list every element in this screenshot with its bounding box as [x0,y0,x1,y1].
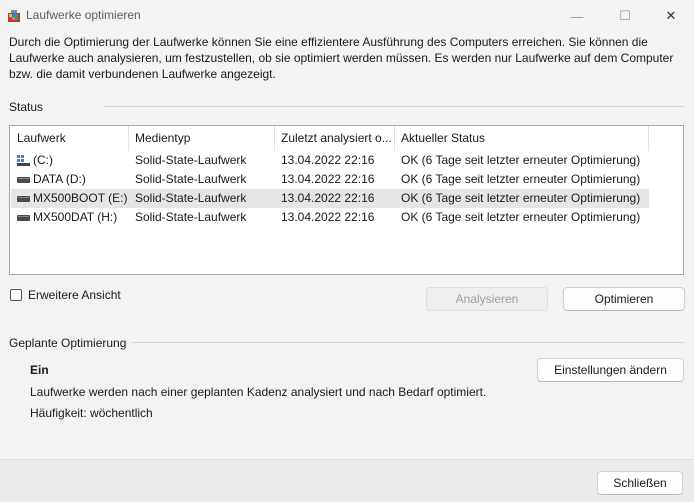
schedule-frequency: Häufigkeit: wöchentlich [30,406,153,420]
schedule-state: Ein [30,363,49,377]
description-text: Durch die Optimierung der Laufwerke könn… [9,35,674,81]
drive-icon [17,215,30,221]
last-analyzed: 13.04.2022 22:16 [281,153,375,167]
analyze-button[interactable]: Analysieren [426,287,548,311]
media-type: Solid-State-Laufwerk [135,153,247,167]
current-status: OK (6 Tage seit letzter erneuter Optimie… [401,172,641,186]
status-section-label: Status [9,100,44,114]
current-status: OK (6 Tage seit letzter erneuter Optimie… [401,153,641,167]
media-type: Solid-State-Laufwerk [135,191,247,205]
last-analyzed: 13.04.2022 22:16 [281,191,375,205]
optimize-button[interactable]: Optimieren [563,287,685,311]
table-row-selected[interactable]: MX500BOOT (E:) Solid-State-Laufwerk 13.0… [11,189,649,208]
drive-icon [17,196,30,202]
maximize-button[interactable]: ☐ [602,0,648,32]
close-window-button[interactable]: ✕ [648,0,694,32]
close-button[interactable]: Schließen [597,471,683,495]
drive-list-header: Laufwerk Medientyp Zuletzt analysiert o.… [10,126,683,151]
footer-bar: Schließen [0,459,694,502]
column-header-last-analyzed[interactable]: Zuletzt analysiert o... [274,126,394,151]
minimize-button[interactable]: — [554,0,600,32]
media-type: Solid-State-Laufwerk [135,210,247,224]
column-header-drive[interactable]: Laufwerk [10,126,128,151]
current-status: OK (6 Tage seit letzter erneuter Optimie… [401,191,641,205]
scheduled-divider [131,342,685,343]
last-analyzed: 13.04.2022 22:16 [281,210,375,224]
status-divider [104,106,685,107]
drive-name: DATA (D:) [33,172,86,186]
table-row[interactable]: DATA (D:) Solid-State-Laufwerk 13.04.202… [11,170,649,189]
column-header-media-type[interactable]: Medientyp [128,126,274,151]
media-type: Solid-State-Laufwerk [135,172,247,186]
last-analyzed: 13.04.2022 22:16 [281,172,375,186]
scheduled-section-label: Geplante Optimierung [9,336,127,350]
defrag-app-icon [8,10,20,22]
drive-list[interactable]: Laufwerk Medientyp Zuletzt analysiert o.… [9,125,684,275]
window-title: Laufwerke optimieren [26,8,141,22]
current-status: OK (6 Tage seit letzter erneuter Optimie… [401,210,641,224]
extended-view-checkbox[interactable] [10,289,22,301]
change-settings-button[interactable]: Einstellungen ändern [537,358,684,382]
column-separator[interactable] [648,126,649,151]
extended-view-label[interactable]: Erweitere Ansicht [28,288,121,302]
table-row[interactable]: MX500DAT (H:) Solid-State-Laufwerk 13.04… [11,208,649,227]
table-row[interactable]: (C:) Solid-State-Laufwerk 13.04.2022 22:… [11,151,649,170]
drive-icon [17,177,30,183]
title-bar: Laufwerke optimieren — ☐ ✕ [0,0,694,32]
drive-name: MX500BOOT (E:) [33,191,128,205]
windows-drive-icon [17,155,30,166]
schedule-description: Laufwerke werden nach einer geplanten Ka… [30,385,487,399]
column-header-current-status[interactable]: Aktueller Status [394,126,648,151]
drive-name: (C:) [33,153,53,167]
drive-name: MX500DAT (H:) [33,210,118,224]
